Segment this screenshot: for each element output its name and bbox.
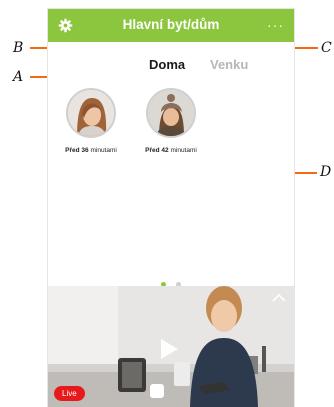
app-screen: Hlavní byt/dům ··· Doma Venku Před 36 mi… [48, 9, 294, 407]
app-header: Hlavní byt/dům ··· [48, 9, 294, 42]
contact-card[interactable]: Před 36 minutami [59, 88, 123, 154]
time-value: 36 [81, 147, 89, 154]
avatar [146, 88, 196, 138]
time-unit: minutami [170, 147, 197, 154]
time-prefix: Před [145, 147, 160, 154]
live-video-preview[interactable]: Live [48, 286, 294, 407]
last-seen-time: Před 42 minutami [139, 147, 203, 154]
tab-venku[interactable]: Venku [210, 57, 248, 72]
live-badge: Live [54, 386, 85, 401]
play-icon[interactable] [158, 338, 180, 360]
time-prefix: Před [65, 147, 80, 154]
time-unit: minutami [90, 147, 117, 154]
callout-c: C [321, 40, 332, 56]
callout-d: D [320, 164, 332, 180]
callout-a: A [13, 69, 24, 85]
callout-b: B [13, 40, 24, 56]
page-title: Hlavní byt/dům [122, 17, 220, 32]
avatar [66, 88, 116, 138]
contact-card[interactable]: Před 42 minutami [139, 88, 203, 154]
page-indicator [48, 276, 294, 288]
location-tabs: Doma Venku [48, 57, 294, 81]
chevron-up-icon[interactable] [272, 293, 286, 302]
tab-doma[interactable]: Doma [149, 57, 185, 72]
last-seen-time: Před 36 minutami [59, 147, 123, 154]
more-horizontal-icon[interactable]: ··· [267, 17, 284, 33]
time-value: 42 [161, 147, 169, 154]
